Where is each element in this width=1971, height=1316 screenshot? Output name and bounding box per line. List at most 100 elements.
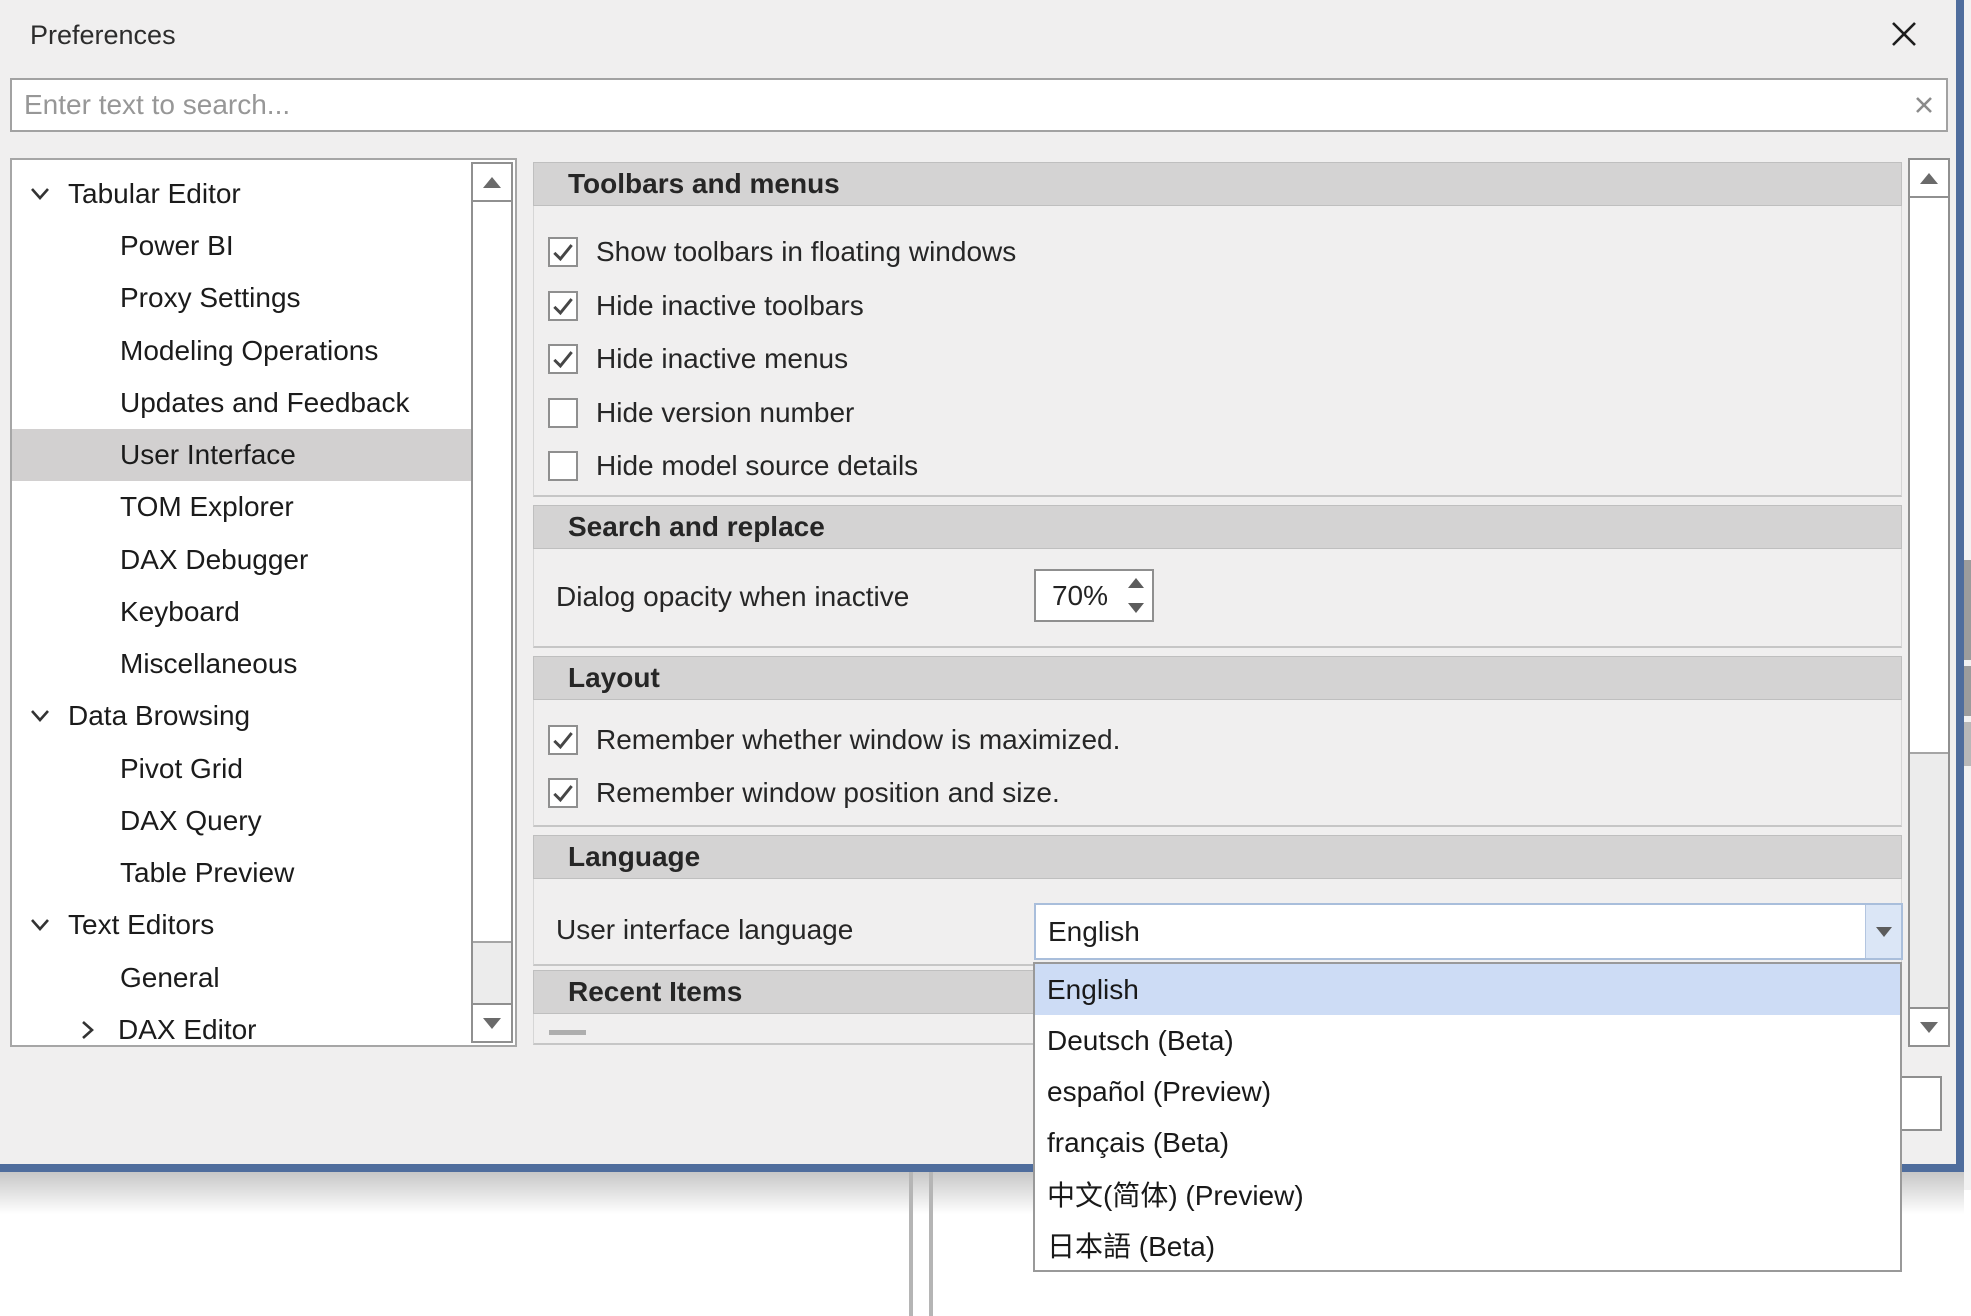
checkbox-label: Hide inactive menus (596, 343, 848, 375)
checkbox-label: Remember whether window is maximized. (596, 724, 1120, 756)
close-icon (1889, 19, 1919, 49)
tree-item-user-interface[interactable]: User Interface (12, 429, 471, 481)
checkmark-icon (550, 346, 576, 372)
tree-item-label: Power BI (120, 230, 234, 262)
section-header-toolbars-and-menus: Toolbars and menus (533, 162, 1902, 206)
dropdown-item-chinese-simplified[interactable]: 中文(简体) (Preview) (1035, 1168, 1900, 1219)
combobox-arrow-icon (1876, 927, 1892, 937)
scroll-up-button[interactable] (473, 164, 511, 202)
tree-item-label: DAX Query (120, 805, 262, 837)
settings-panel: Toolbars and menus Show toolbars in floa… (533, 158, 1902, 1047)
opacity-spinner[interactable]: 70% (1034, 569, 1154, 622)
close-button[interactable] (1884, 14, 1924, 54)
section-title: Language (568, 841, 700, 873)
chevron-down-icon[interactable] (28, 708, 52, 724)
tree-item-label: Modeling Operations (120, 335, 378, 367)
combobox-dropdown-button[interactable] (1865, 905, 1901, 958)
checkbox-hide-model-source-details[interactable]: Hide model source details (534, 440, 918, 492)
checkbox-icon[interactable] (548, 344, 578, 374)
checkbox-icon[interactable] (548, 237, 578, 267)
scroll-up-button[interactable] (1910, 160, 1948, 198)
clear-search-icon (1913, 94, 1935, 116)
checkmark-icon (550, 727, 576, 753)
checkbox-icon[interactable] (548, 398, 578, 428)
spinner-down-button[interactable] (1120, 596, 1152, 621)
background-window-edge (1964, 666, 1971, 716)
tree-item-proxy-settings[interactable]: Proxy Settings (12, 272, 471, 324)
tree-item-dax-query[interactable]: DAX Query (12, 795, 471, 847)
section-title: Recent Items (568, 976, 742, 1008)
checkmark-icon (550, 780, 576, 806)
checkbox-label: Remember window position and size. (596, 777, 1060, 809)
tree-item-keyboard[interactable]: Keyboard (12, 586, 471, 638)
checkbox-hide-version-number[interactable]: Hide version number (534, 387, 854, 439)
checkbox-hide-inactive-toolbars[interactable]: Hide inactive toolbars (534, 280, 864, 332)
tree-item-modeling-operations[interactable]: Modeling Operations (12, 325, 471, 377)
tree-item-dax-editor[interactable]: DAX Editor (12, 1004, 471, 1047)
section-header-search-and-replace: Search and replace (533, 505, 1902, 549)
tree-item-general[interactable]: General (12, 952, 471, 1004)
tree-item-tom-explorer[interactable]: TOM Explorer (12, 481, 471, 533)
chevron-right-icon[interactable] (80, 1018, 96, 1042)
dropdown-item-deutsch[interactable]: Deutsch (Beta) (1035, 1015, 1900, 1066)
checkbox-icon[interactable] (548, 291, 578, 321)
tree-item-tabular-editor[interactable]: Tabular Editor (12, 168, 471, 220)
scrollbar-thumb[interactable] (473, 202, 511, 943)
checkbox-icon[interactable] (548, 451, 578, 481)
tree-item-table-preview[interactable]: Table Preview (12, 847, 471, 899)
dropdown-item-espanol[interactable]: español (Preview) (1035, 1066, 1900, 1117)
scroll-down-icon (1920, 1022, 1938, 1033)
settings-panel-scrollbar[interactable] (1908, 158, 1950, 1047)
scroll-up-icon (1920, 173, 1938, 184)
clipped-checkbox-edge (549, 1030, 586, 1035)
checkbox-remember-position-size[interactable]: Remember window position and size. (534, 767, 1060, 819)
tree-item-pivot-grid[interactable]: Pivot Grid (12, 743, 471, 795)
dropdown-item-label: English (1047, 974, 1139, 1006)
tree-scrollbar[interactable] (471, 162, 513, 1043)
scroll-down-icon (483, 1018, 501, 1029)
tree-item-label: Data Browsing (68, 700, 250, 732)
dropdown-item-english[interactable]: English (1035, 964, 1900, 1015)
dropdown-item-label: 中文(简体) (Preview) (1047, 1174, 1304, 1214)
section-title: Search and replace (568, 511, 825, 543)
spinner-up-icon (1128, 578, 1144, 588)
section-layout-content: Remember whether window is maximized. Re… (533, 700, 1902, 827)
tree-item-label: Miscellaneous (120, 648, 297, 680)
scrollbar-thumb[interactable] (1910, 198, 1948, 754)
tree-item-label: DAX Debugger (120, 544, 308, 576)
scroll-up-icon (483, 177, 501, 188)
tree-item-power-bi[interactable]: Power BI (12, 220, 471, 272)
opacity-label: Dialog opacity when inactive (556, 571, 909, 623)
language-combobox[interactable]: English (1034, 903, 1903, 960)
tree-item-updates-and-feedback[interactable]: Updates and Feedback (12, 377, 471, 429)
search-clear-button[interactable] (1902, 94, 1946, 116)
language-dropdown-list: English Deutsch (Beta) español (Preview)… (1033, 962, 1902, 1272)
background-splitter (909, 1172, 913, 1316)
checkbox-label: Show toolbars in floating windows (596, 236, 1016, 268)
tree-item-label: Proxy Settings (120, 282, 301, 314)
tree-item-miscellaneous[interactable]: Miscellaneous (12, 638, 471, 690)
tree-item-data-browsing[interactable]: Data Browsing (12, 690, 471, 742)
tree-item-text-editors[interactable]: Text Editors (12, 899, 471, 951)
scroll-down-button[interactable] (1910, 1007, 1948, 1045)
checkbox-icon[interactable] (548, 725, 578, 755)
checkbox-label: Hide model source details (596, 450, 918, 482)
scroll-down-button[interactable] (473, 1003, 511, 1041)
dropdown-item-francais[interactable]: français (Beta) (1035, 1117, 1900, 1168)
checkbox-remember-maximized[interactable]: Remember whether window is maximized. (534, 714, 1120, 766)
background-window-edge (1964, 722, 1971, 766)
background-splitter (929, 1172, 933, 1316)
chevron-down-icon[interactable] (28, 917, 52, 933)
dropdown-item-label: español (Preview) (1047, 1076, 1271, 1108)
checkbox-label: Hide version number (596, 397, 854, 429)
ui-language-label: User interface language (556, 904, 853, 956)
tree-item-dax-debugger[interactable]: DAX Debugger (12, 534, 471, 586)
search-input[interactable] (12, 89, 1902, 121)
dropdown-item-japanese[interactable]: 日本語 (Beta) (1035, 1219, 1900, 1270)
chevron-down-icon[interactable] (28, 186, 52, 202)
checkbox-hide-inactive-menus[interactable]: Hide inactive menus (534, 333, 848, 385)
checkbox-icon[interactable] (548, 778, 578, 808)
spinner-up-button[interactable] (1120, 571, 1152, 596)
checkbox-label: Hide inactive toolbars (596, 290, 864, 322)
checkbox-show-toolbars-floating[interactable]: Show toolbars in floating windows (534, 226, 1016, 278)
